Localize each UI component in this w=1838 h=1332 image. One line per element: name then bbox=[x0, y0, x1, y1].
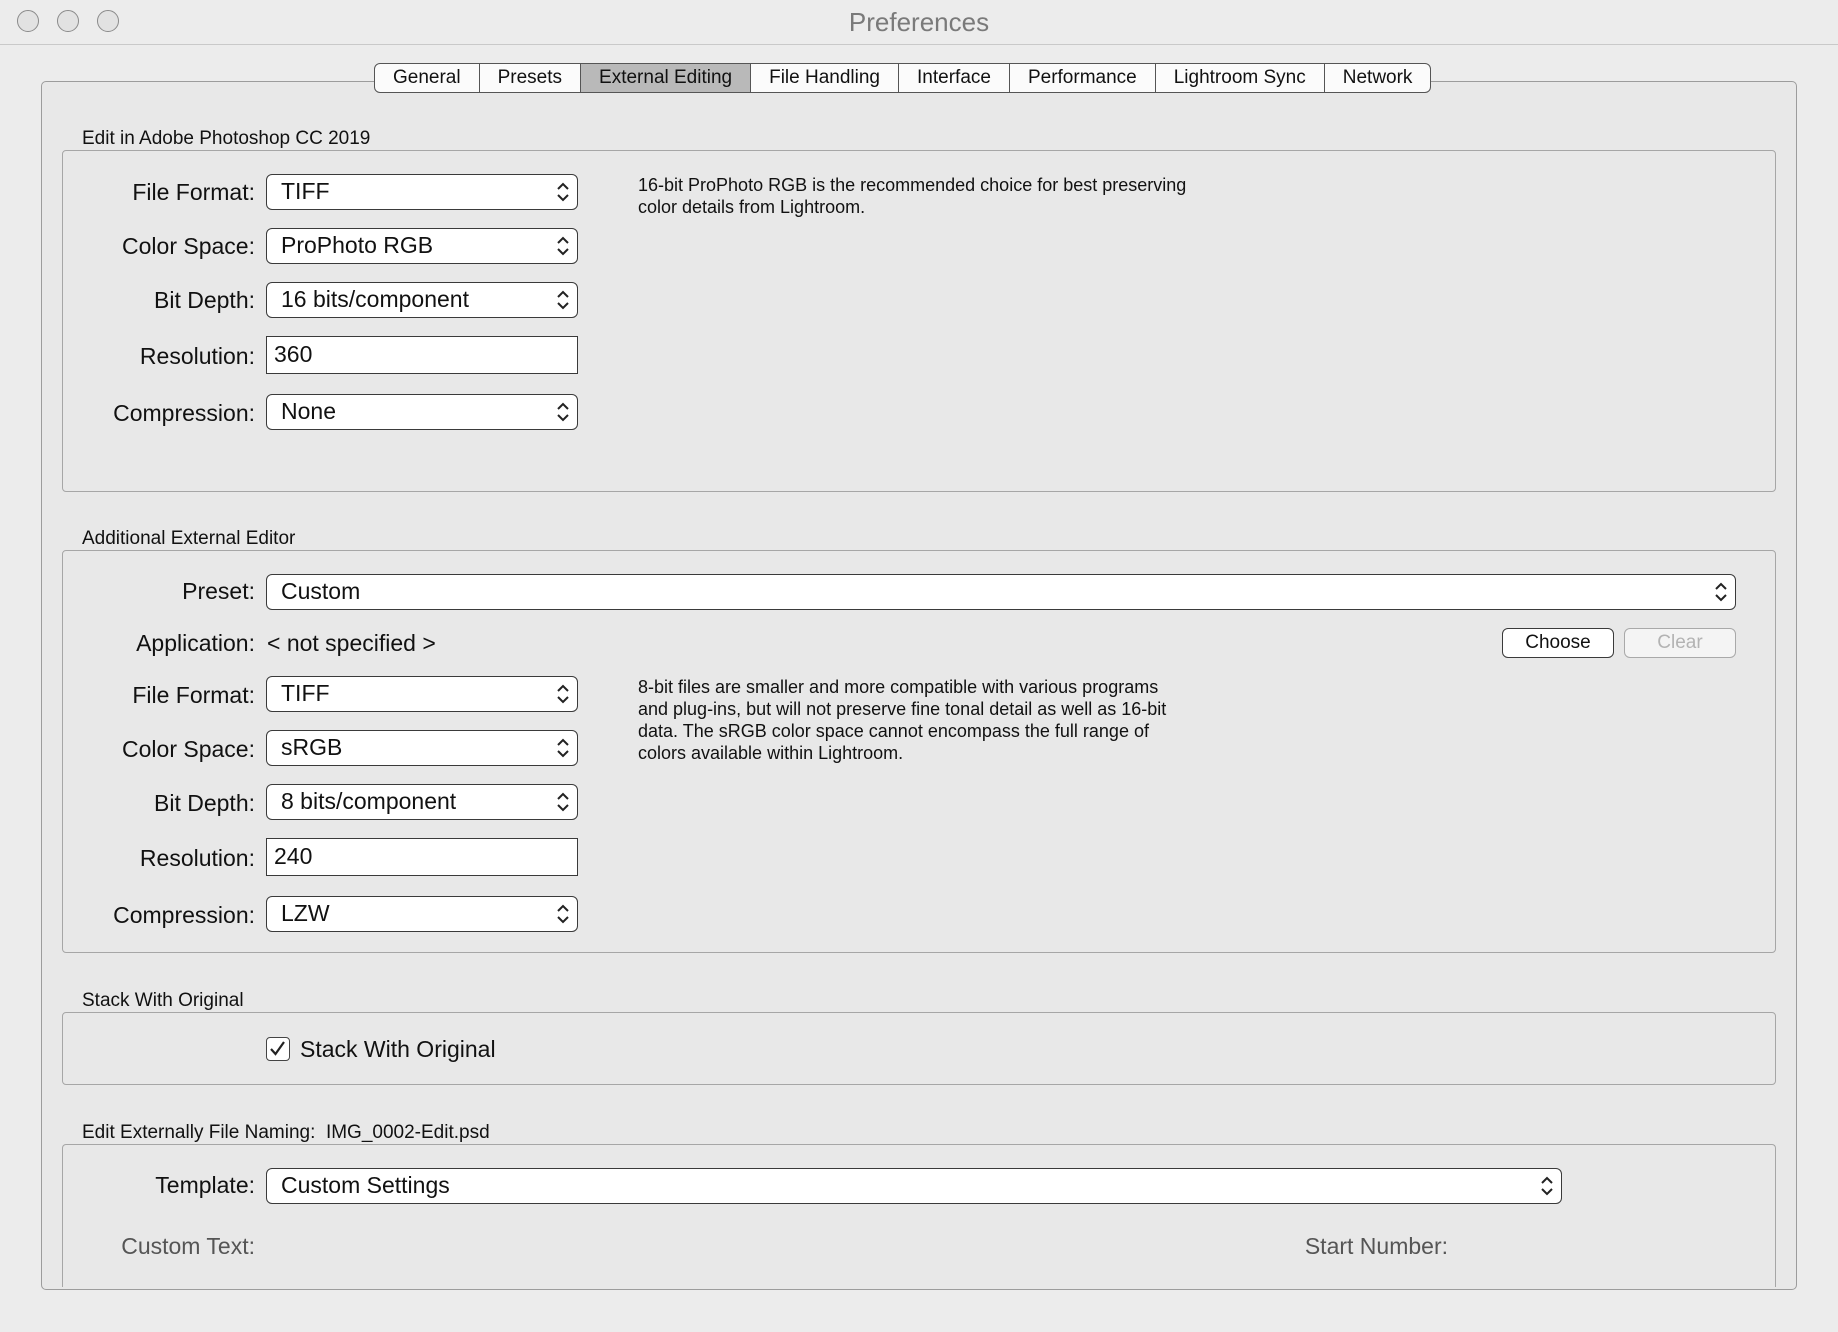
file-naming-group bbox=[62, 1144, 1776, 1287]
photoshop-section-title: Edit in Adobe Photoshop CC 2019 bbox=[82, 128, 371, 149]
chevron-up-down-icon bbox=[557, 182, 569, 202]
ext-resolution-input[interactable]: 240 bbox=[266, 838, 578, 876]
tab-performance[interactable]: Performance bbox=[1010, 64, 1156, 92]
ext-file-format-select[interactable]: TIFF bbox=[266, 676, 578, 712]
ext-compression-label: Compression: bbox=[113, 902, 255, 928]
preset-select[interactable]: Custom bbox=[266, 574, 1736, 610]
file-naming-example: IMG_0002-Edit.psd bbox=[325, 1122, 490, 1143]
ps-bit-depth-value: 16 bits/component bbox=[281, 286, 469, 312]
ps-compression-select[interactable]: None bbox=[266, 394, 578, 430]
chevron-up-down-icon bbox=[1715, 582, 1727, 602]
application-value: < not specified > bbox=[267, 630, 436, 656]
ext-compression-value: LZW bbox=[281, 900, 330, 926]
ext-color-space-label: Color Space: bbox=[122, 736, 255, 762]
ps-color-space-value: ProPhoto RGB bbox=[281, 232, 434, 258]
checkmark-icon bbox=[270, 1041, 285, 1056]
file-naming-section-title: Edit Externally File Naming: IMG_0002-Ed… bbox=[82, 1122, 490, 1143]
ext-bit-depth-value: 8 bits/component bbox=[281, 788, 457, 814]
ext-color-space-value: sRGB bbox=[281, 734, 343, 760]
ext-compression-select[interactable]: LZW bbox=[266, 896, 578, 932]
ps-resolution-label: Resolution: bbox=[139, 343, 255, 369]
window-title: Preferences bbox=[848, 7, 990, 37]
chevron-up-down-icon bbox=[557, 290, 569, 310]
ext-file-format-value: TIFF bbox=[281, 680, 330, 706]
chevron-up-down-icon bbox=[557, 684, 569, 704]
ext-bit-depth-select[interactable]: 8 bits/component bbox=[266, 784, 578, 820]
template-value: Custom Settings bbox=[281, 1172, 450, 1198]
ps-file-format-value: TIFF bbox=[281, 178, 330, 204]
stack-with-original-checkbox[interactable] bbox=[266, 1037, 290, 1061]
ps-recommendation-note: 16-bit ProPhoto RGB is the recommended c… bbox=[638, 175, 1187, 217]
title-bar: Preferences bbox=[0, 0, 1838, 45]
template-label: Template: bbox=[155, 1172, 255, 1198]
ps-bit-depth-label: Bit Depth: bbox=[154, 287, 255, 313]
preset-value: Custom bbox=[281, 578, 361, 604]
ps-resolution-input[interactable]: 360 bbox=[266, 336, 578, 374]
custom-text-label: Custom Text: bbox=[121, 1233, 255, 1259]
ps-compression-label: Compression: bbox=[113, 400, 255, 426]
ps-file-format-label: File Format: bbox=[132, 179, 255, 205]
tab-presets[interactable]: Presets bbox=[480, 64, 582, 92]
additional-editor-section-title: Additional External Editor bbox=[82, 528, 296, 549]
preset-label: Preset: bbox=[182, 578, 255, 604]
tab-interface[interactable]: Interface bbox=[899, 64, 1010, 92]
tab-general[interactable]: General bbox=[375, 64, 480, 92]
choose-button[interactable]: Choose bbox=[1502, 628, 1614, 658]
tab-external-editing[interactable]: External Editing bbox=[581, 64, 752, 92]
stack-with-original-label: Stack With Original bbox=[300, 1036, 496, 1062]
ext-bit-depth-label: Bit Depth: bbox=[154, 790, 255, 816]
ext-resolution-label: Resolution: bbox=[139, 845, 255, 871]
ps-color-space-select[interactable]: ProPhoto RGB bbox=[266, 228, 578, 264]
stack-section-title: Stack With Original bbox=[82, 990, 244, 1011]
preferences-tabs: General Presets External Editing File Ha… bbox=[374, 63, 1432, 93]
chevron-up-down-icon bbox=[557, 792, 569, 812]
chevron-up-down-icon bbox=[557, 904, 569, 924]
template-select[interactable]: Custom Settings bbox=[266, 1168, 1562, 1204]
ps-bit-depth-select[interactable]: 16 bits/component bbox=[266, 282, 578, 318]
tab-lightroom-sync[interactable]: Lightroom Sync bbox=[1156, 64, 1325, 92]
chevron-up-down-icon bbox=[557, 738, 569, 758]
chevron-up-down-icon bbox=[557, 402, 569, 422]
chevron-up-down-icon bbox=[557, 236, 569, 256]
clear-button[interactable]: Clear bbox=[1624, 628, 1736, 658]
application-label: Application: bbox=[136, 630, 255, 656]
tab-network[interactable]: Network bbox=[1325, 64, 1431, 92]
tab-file-handling[interactable]: File Handling bbox=[751, 64, 900, 92]
ps-compression-value: None bbox=[281, 398, 336, 424]
chevron-up-down-icon bbox=[1541, 1176, 1553, 1196]
start-number-label: Start Number: bbox=[1304, 1233, 1448, 1259]
ext-color-space-select[interactable]: sRGB bbox=[266, 730, 578, 766]
ps-file-format-select[interactable]: TIFF bbox=[266, 174, 578, 210]
ps-color-space-label: Color Space: bbox=[122, 233, 255, 259]
ext-format-note: 8-bit files are smaller and more compati… bbox=[638, 677, 1167, 763]
ext-file-format-label: File Format: bbox=[132, 682, 255, 708]
